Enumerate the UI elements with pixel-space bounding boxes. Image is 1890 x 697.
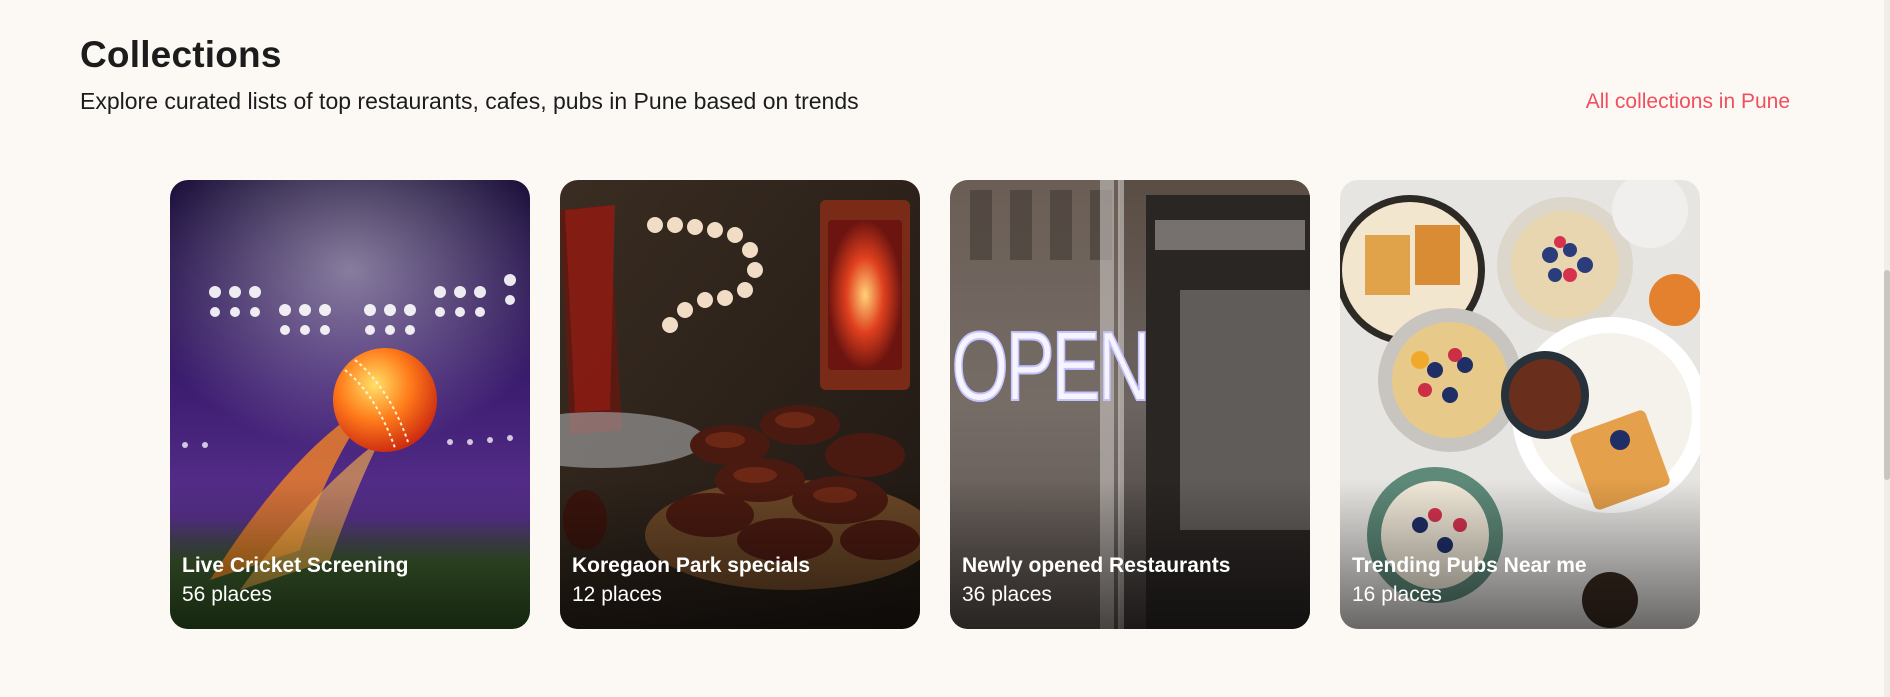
collection-title: Newly opened Restaurants [962,554,1231,578]
collection-place-count: 36 places [962,582,1052,606]
collection-card-live-cricket[interactable]: Live Cricket Screening 56 places [170,180,530,629]
page-subtitle: Explore curated lists of top restaurants… [80,88,859,114]
collection-title: Live Cricket Screening [182,554,409,578]
collections-list: Live Cricket Screening 56 places Koregao… [170,180,1700,629]
all-collections-link[interactable]: All collections in Pune [1586,90,1790,114]
collection-card-newly-opened[interactable]: OPEN Newly opened Restaurants 36 places [950,180,1310,629]
scrollbar-thumb[interactable] [1884,270,1890,480]
collection-card-koregaon-park[interactable]: Koregaon Park specials 12 places [560,180,920,629]
collection-place-count: 12 places [572,582,662,606]
collection-place-count: 56 places [182,582,272,606]
collection-title: Trending Pubs Near me [1352,554,1587,578]
page-scrollbar[interactable] [1884,0,1890,697]
open-sign-text: OPEN [952,313,1148,422]
collection-place-count: 16 places [1352,582,1442,606]
page-title: Collections [80,34,282,75]
collection-title: Koregaon Park specials [572,554,811,578]
collection-card-trending-pubs[interactable]: Trending Pubs Near me 16 places [1340,180,1700,629]
